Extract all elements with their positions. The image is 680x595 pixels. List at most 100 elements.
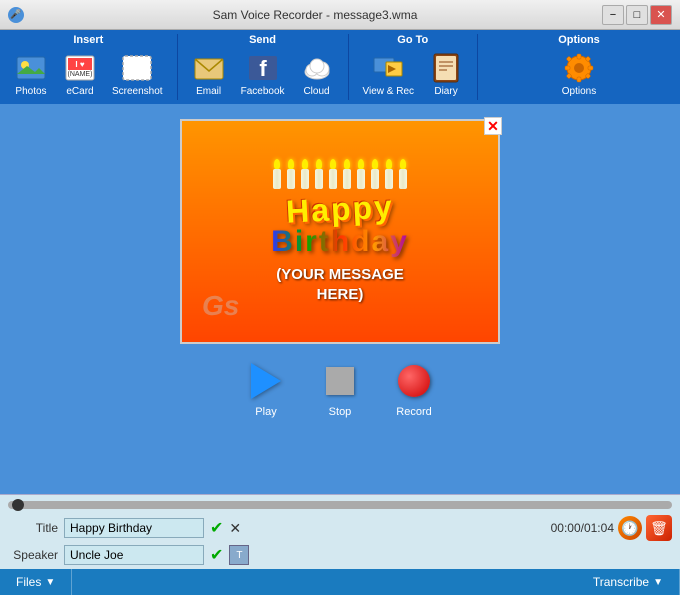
ecard-button[interactable]: I ♥ (NAME) eCard bbox=[57, 49, 103, 100]
candle-9 bbox=[385, 159, 393, 189]
email-icon bbox=[193, 52, 225, 84]
email-button[interactable]: Email bbox=[186, 49, 232, 100]
tab-spacer bbox=[72, 569, 577, 595]
stop-label: Stop bbox=[329, 406, 352, 418]
playback-controls: Play Stop Record bbox=[244, 359, 436, 418]
time-display: 00:00/01:04 🕐 🗑 bbox=[551, 515, 672, 541]
cloud-button[interactable]: Cloud bbox=[294, 49, 340, 100]
candle-1 bbox=[273, 159, 281, 189]
speaker-check-icon[interactable]: ✔ bbox=[210, 545, 223, 565]
play-button[interactable]: Play bbox=[244, 359, 288, 418]
facebook-label: Facebook bbox=[241, 86, 285, 97]
clock-icon: 🕐 bbox=[618, 516, 642, 540]
progress-bar[interactable] bbox=[8, 501, 672, 509]
fields-container: Title ✔ ✕ 00:00/01:04 🕐 🗑 Speaker ✔ T bbox=[8, 515, 672, 565]
facebook-icon: f bbox=[247, 52, 279, 84]
maximize-button[interactable]: □ bbox=[626, 5, 648, 25]
speaker-icon-button[interactable]: T bbox=[229, 545, 249, 565]
options-label: Options bbox=[562, 86, 596, 97]
title-field-label: Title bbox=[8, 521, 58, 535]
close-button[interactable]: ✕ bbox=[650, 5, 672, 25]
card-container: ✕ Happy Birthday (YOUR MESSAGEHERE) Gs bbox=[180, 119, 500, 344]
delete-button[interactable]: 🗑 bbox=[646, 515, 672, 541]
candles-top bbox=[273, 159, 407, 189]
ecard-label: eCard bbox=[66, 86, 93, 97]
record-button[interactable]: Record bbox=[392, 359, 436, 418]
title-check-icon[interactable]: ✔ bbox=[210, 518, 223, 538]
send-section-label: Send bbox=[249, 34, 276, 46]
record-label: Record bbox=[396, 406, 431, 418]
candle-6 bbox=[343, 159, 351, 189]
email-label: Email bbox=[196, 86, 221, 97]
diary-button[interactable]: Diary bbox=[423, 49, 469, 100]
toolbar-section-send: Send Email f Facebook bbox=[178, 34, 349, 100]
candle-7 bbox=[357, 159, 365, 189]
candle-5 bbox=[329, 159, 337, 189]
time-value: 00:00/01:04 bbox=[551, 521, 614, 535]
insert-buttons: Photos I ♥ (NAME) eCard bbox=[8, 49, 169, 100]
goto-section-label: Go To bbox=[397, 34, 428, 46]
title-clear-icon[interactable]: ✕ bbox=[229, 520, 241, 537]
cloud-icon bbox=[301, 52, 333, 84]
watermark: Gs bbox=[202, 290, 239, 322]
title-bar: 🎤 Sam Voice Recorder - message3.wma − □ … bbox=[0, 0, 680, 30]
birthday-card: Happy Birthday (YOUR MESSAGEHERE) Gs bbox=[180, 119, 500, 344]
happy-text: Happy bbox=[285, 190, 394, 228]
diary-label: Diary bbox=[434, 86, 457, 97]
play-label: Play bbox=[255, 406, 276, 418]
app-icon: 🎤 bbox=[8, 7, 24, 23]
status-area: Title ✔ ✕ 00:00/01:04 🕐 🗑 Speaker ✔ T bbox=[0, 494, 680, 569]
options-buttons: Options bbox=[556, 49, 602, 100]
minimize-button[interactable]: − bbox=[602, 5, 624, 25]
main-area: ✕ Happy Birthday (YOUR MESSAGEHERE) Gs bbox=[0, 104, 680, 494]
photos-icon bbox=[15, 52, 47, 84]
options-icon bbox=[563, 52, 595, 84]
screenshot-button[interactable]: Screenshot bbox=[106, 49, 169, 100]
toolbar-section-goto: Go To View & Rec bbox=[349, 34, 479, 100]
goto-buttons: View & Rec Diary bbox=[357, 49, 470, 100]
ecard-icon: I ♥ (NAME) bbox=[64, 52, 96, 84]
stop-icon bbox=[318, 359, 362, 403]
transcribe-tab[interactable]: Transcribe ▼ bbox=[577, 569, 680, 595]
play-icon bbox=[244, 359, 288, 403]
svg-text:I ♥: I ♥ bbox=[75, 60, 84, 69]
transcribe-tab-label: Transcribe bbox=[593, 575, 649, 589]
photos-button[interactable]: Photos bbox=[8, 49, 54, 100]
candle-4 bbox=[315, 159, 323, 189]
stop-button[interactable]: Stop bbox=[318, 359, 362, 418]
viewrec-icon bbox=[372, 52, 404, 84]
candle-10 bbox=[399, 159, 407, 189]
facebook-button[interactable]: f Facebook bbox=[235, 49, 291, 100]
svg-text:f: f bbox=[259, 56, 267, 81]
files-tab[interactable]: Files ▼ bbox=[0, 569, 72, 595]
screenshot-label: Screenshot bbox=[112, 86, 163, 97]
record-icon bbox=[392, 359, 436, 403]
window-controls: − □ ✕ bbox=[602, 5, 672, 25]
window-title: Sam Voice Recorder - message3.wma bbox=[28, 8, 602, 22]
viewrec-label: View & Rec bbox=[363, 86, 415, 97]
transcribe-tab-arrow: ▼ bbox=[653, 577, 663, 588]
screenshot-icon bbox=[121, 52, 153, 84]
toolbar: Insert Photos I ♥ bbox=[0, 30, 680, 104]
card-close-button[interactable]: ✕ bbox=[484, 117, 502, 135]
viewrec-button[interactable]: View & Rec bbox=[357, 49, 421, 100]
candle-3 bbox=[301, 159, 309, 189]
files-tab-label: Files bbox=[16, 575, 41, 589]
send-buttons: Email f Facebook bbox=[186, 49, 340, 100]
speaker-input[interactable] bbox=[64, 545, 204, 565]
bottom-bar: Files ▼ Transcribe ▼ bbox=[0, 569, 680, 595]
candle-2 bbox=[287, 159, 295, 189]
title-input[interactable] bbox=[64, 518, 204, 538]
svg-text:(NAME): (NAME) bbox=[68, 71, 93, 78]
candle-8 bbox=[371, 159, 379, 189]
toolbar-section-insert: Insert Photos I ♥ bbox=[0, 34, 178, 100]
options-section-label: Options bbox=[558, 34, 600, 46]
options-button[interactable]: Options bbox=[556, 49, 602, 100]
speaker-field-label: Speaker bbox=[8, 548, 58, 562]
progress-thumb[interactable] bbox=[12, 499, 24, 511]
toolbar-section-options: Options bbox=[478, 34, 680, 100]
photos-label: Photos bbox=[15, 86, 46, 97]
birthday-text: Birthday bbox=[271, 227, 409, 257]
speaker-field-row: Speaker ✔ T bbox=[8, 545, 672, 565]
files-tab-arrow: ▼ bbox=[45, 577, 55, 588]
